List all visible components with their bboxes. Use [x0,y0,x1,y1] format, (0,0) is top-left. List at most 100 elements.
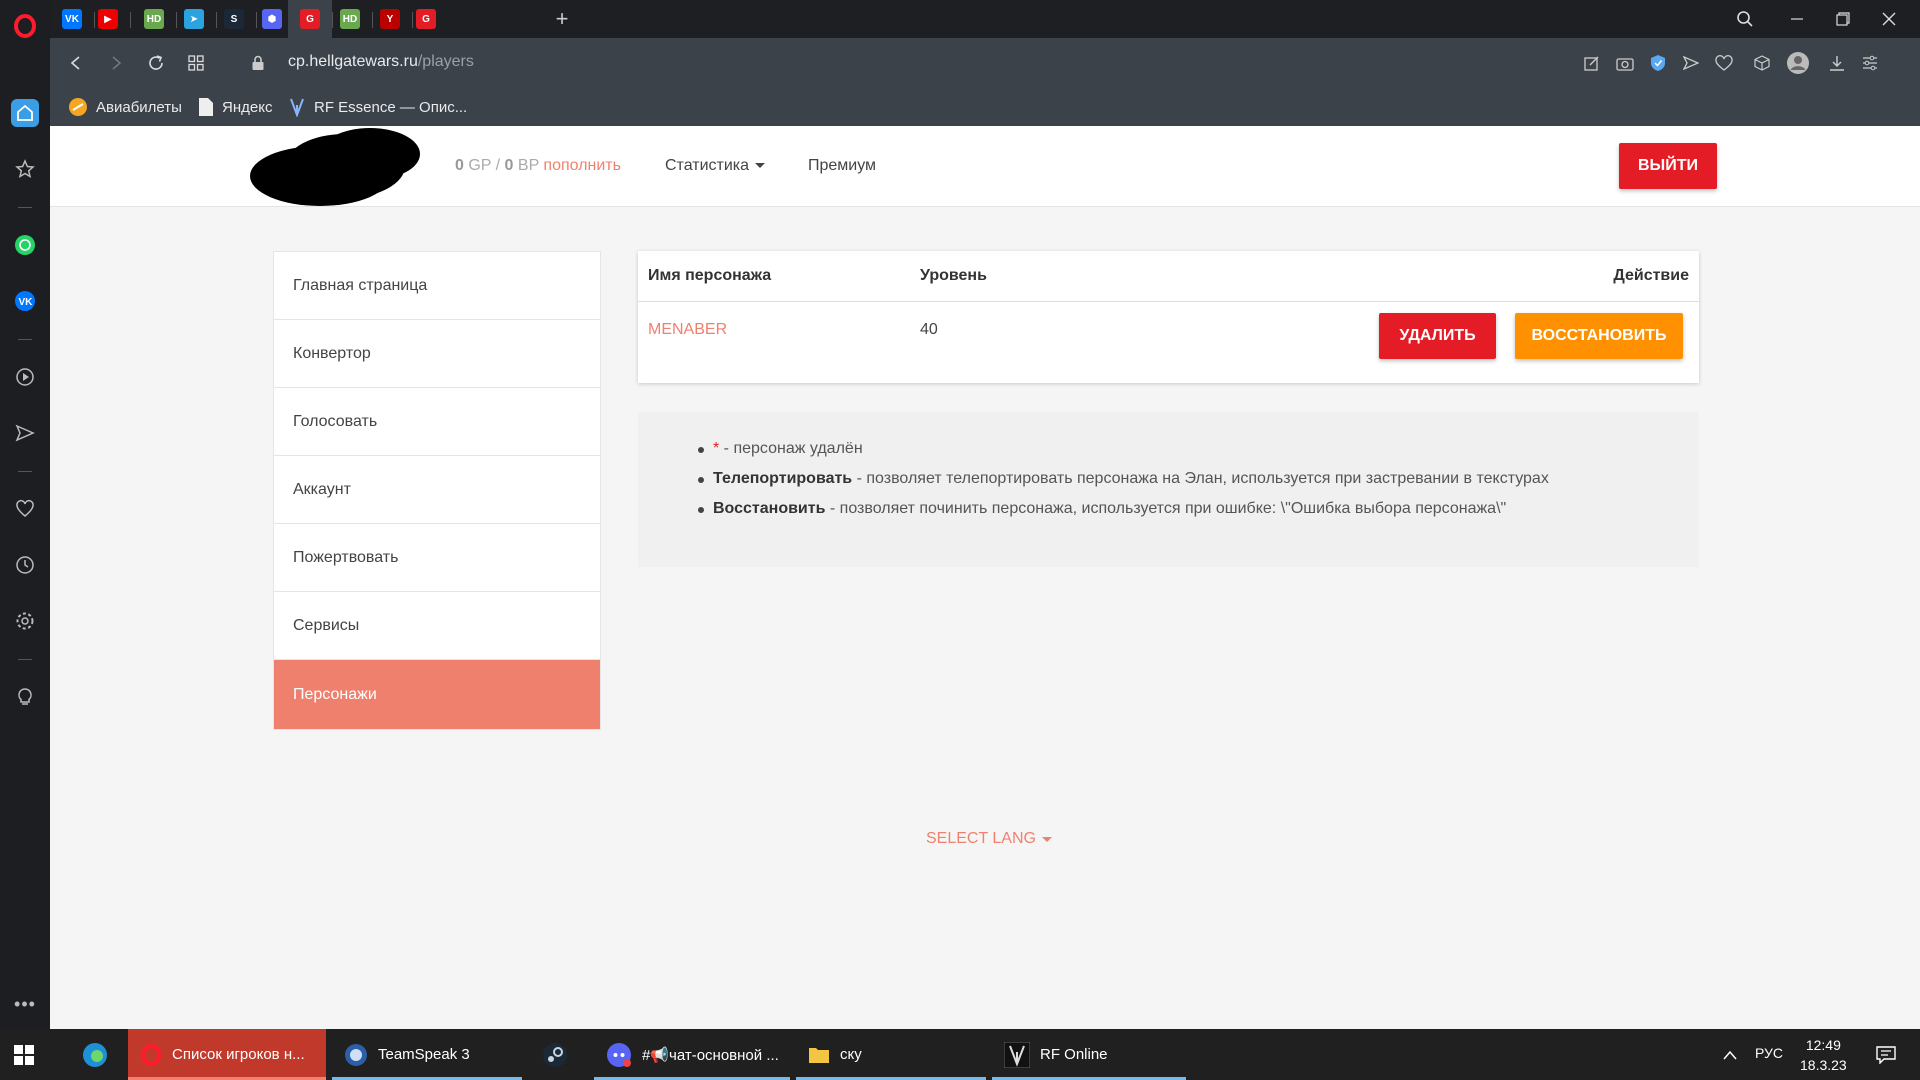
menu-item-converter[interactable]: Конвертор [274,320,600,388]
nav-statistics[interactable]: Статистика [665,157,766,175]
side-menu: Главная страница Конвертор Голосовать Ак… [273,251,601,730]
info-bold: Телепортировать [713,470,853,487]
back-icon[interactable] [64,51,88,75]
browser-tab[interactable]: G [288,0,332,38]
extensions-cube-icon[interactable] [1750,51,1774,75]
tab-bar: VK ▶ HD ➤ S ⬢ G HD Y G + [50,0,1920,38]
tabs-grid-icon[interactable] [184,51,208,75]
info-bold: Восстановить [713,500,826,517]
history-icon[interactable] [11,551,39,579]
lock-icon[interactable] [246,51,270,75]
easy-setup-icon[interactable] [1858,51,1882,75]
restore-window-icon[interactable] [1820,0,1866,38]
lightbulb-icon[interactable] [11,683,39,711]
bookmark-rf-essence[interactable]: RF Essence — Опис... [288,96,467,118]
redacted-avatar-blob [250,128,420,206]
taskbar-app-folder[interactable]: ску [796,1029,986,1080]
send-share-icon[interactable] [1679,51,1703,75]
download-icon[interactable] [1825,51,1849,75]
steam-icon: S [224,9,244,29]
table-header: Имя персонажа Уровень Действие [638,251,1699,302]
bp-value: 0 [504,157,514,174]
url-path: /players [417,53,474,70]
notifications-icon[interactable] [1866,1029,1906,1080]
select-lang-dropdown[interactable]: SELECT LANG [926,830,1052,848]
restore-button[interactable]: ВОССТАНОВИТЬ [1515,313,1683,359]
taskbar-app-teamspeak[interactable]: TeamSpeak 3 [332,1029,522,1080]
taskbar-clock[interactable]: 12:49 18.3.23 [1800,1035,1847,1075]
col-header-action: Действие [1613,267,1689,284]
topup-link[interactable]: пополнить [543,157,621,174]
close-window-icon[interactable] [1866,0,1912,38]
url-field[interactable]: cp.hellgatewars.ru/players [288,53,474,71]
tab-separator [130,12,131,28]
clock-date: 18.3.23 [1800,1057,1847,1073]
star-icon[interactable] [11,155,39,183]
info-text: - позволяет телепортировать персонажа на… [852,470,1549,487]
info-text: - персонаж удалён [719,440,863,457]
balance-separator: / [495,157,501,174]
vk-icon[interactable]: VK [11,287,39,315]
camera-icon[interactable] [1613,51,1637,75]
chevron-down-icon [755,163,766,169]
character-name-link[interactable]: MENABER [648,321,727,339]
edge-icon[interactable] [70,1029,120,1080]
rf-online-icon [1004,1041,1030,1068]
edit-share-icon[interactable] [1580,51,1604,75]
rf-essence-icon [290,98,304,117]
balance-display: 0 GP / 0 BP пополнить [455,157,621,175]
settings-gear-icon[interactable] [11,607,39,635]
menu-item-vote[interactable]: Голосовать [274,388,600,456]
heart-bookmark-icon[interactable] [1712,51,1736,75]
browser-tab[interactable]: HD [132,0,176,38]
bookmark-label: RF Essence — Опис... [314,98,468,116]
taskbar-app-discord[interactable]: #📢чат-основной ... [594,1029,790,1080]
logout-button[interactable]: ВЫЙТИ [1619,143,1717,189]
tray-chevron-up-icon[interactable] [1715,1029,1745,1080]
menu-item-characters[interactable]: Персонажи [274,660,600,729]
delete-button[interactable]: УДАЛИТЬ [1379,313,1496,359]
table-row: MENABER 40 УДАЛИТЬ ВОССТАНОВИТЬ [638,303,1699,383]
bookmarks-bar: Авиабилеты Яндекс RF Essence — Опис... [50,88,1920,126]
input-language[interactable]: РУС [1755,1045,1783,1061]
minimize-icon[interactable] [1774,0,1820,38]
menu-item-account[interactable]: Аккаунт [274,456,600,524]
vpn-shield-icon[interactable] [1646,51,1670,75]
player-icon[interactable] [11,363,39,391]
nav-statistics-label: Статистика [665,157,750,174]
info-item-teleport: Телепортировать - позволяет телепортиров… [698,470,1549,500]
search-tabs-icon[interactable] [1722,0,1768,38]
profile-avatar-icon[interactable] [1786,51,1810,75]
taskbar-app-steam[interactable] [530,1029,586,1080]
browser-tab[interactable]: HD [328,0,372,38]
discord-icon [607,1042,631,1067]
aviasales-icon [69,98,87,116]
taskbar-app-opera[interactable]: Список игроков н... [128,1029,326,1080]
send-icon[interactable] [11,419,39,447]
nexon-icon: Y [380,9,400,29]
reload-icon[interactable] [144,51,168,75]
browser-tab[interactable]: ➤ [172,0,216,38]
taskbar-app-label: RF Online [1040,1046,1108,1063]
browser-tab[interactable]: G [404,0,448,38]
taskbar-app-label: #📢чат-основной ... [642,1046,779,1064]
address-bar: cp.hellgatewars.ru/players [50,38,1920,88]
browser-tab[interactable]: ▶ [86,0,130,38]
whatsapp-icon[interactable] [11,231,39,259]
info-text: - позволяет починить персонажа, использу… [825,500,1507,517]
heart-icon[interactable] [11,495,39,523]
windows-start-icon[interactable] [14,1029,48,1080]
bookmark-aviatickets[interactable]: Авиабилеты [68,96,182,118]
col-header-level: Уровень [920,267,987,284]
forward-icon[interactable] [104,51,128,75]
bookmark-yandex[interactable]: Яндекс [198,96,272,118]
more-icon[interactable]: ••• [11,990,39,1018]
opera-logo-icon[interactable] [11,12,39,40]
new-tab-plus-icon[interactable]: + [540,0,584,38]
taskbar-app-rf-online[interactable]: RF Online [992,1029,1186,1080]
nav-premium[interactable]: Премиум [808,157,876,175]
menu-item-donate[interactable]: Пожертвовать [274,524,600,592]
menu-item-services[interactable]: Сервисы [274,592,600,660]
menu-item-home[interactable]: Главная страница [274,252,600,320]
home-icon[interactable] [11,99,39,127]
